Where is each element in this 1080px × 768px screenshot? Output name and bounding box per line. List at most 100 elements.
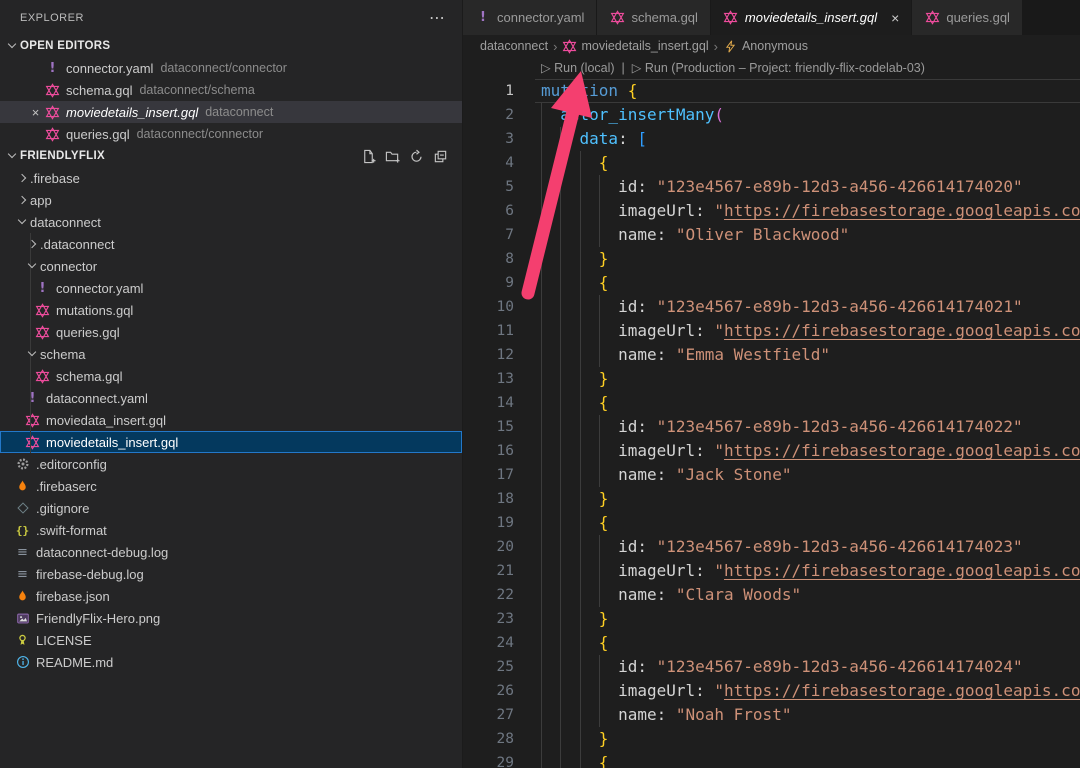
tree-item-schema-gql[interactable]: schema.gql <box>0 365 462 387</box>
code-line-21[interactable]: 21 imageUrl: "https://firebasestorage.go… <box>463 559 1080 583</box>
code-line-27[interactable]: 27 name: "Noah Frost" <box>463 703 1080 727</box>
chevron-down-icon <box>24 346 40 362</box>
workspace-header[interactable]: FRIENDLYFLIX <box>0 145 462 167</box>
collapse-all-icon[interactable] <box>433 149 448 164</box>
tree-item-dataconnect-debug-log[interactable]: ≡dataconnect-debug.log <box>0 541 462 563</box>
code-line-26[interactable]: 26 imageUrl: "https://firebasestorage.go… <box>463 679 1080 703</box>
more-actions-icon[interactable]: ⋯ <box>429 8 446 28</box>
open-editor-schema-gql[interactable]: schema.gqldataconnect/schema <box>0 79 462 101</box>
code-line-6[interactable]: 6 imageUrl: "https://firebasestorage.goo… <box>463 199 1080 223</box>
code-line-15[interactable]: 15 id: "123e4567-e89b-12d3-a456-42661417… <box>463 415 1080 439</box>
indent-guide <box>599 439 600 463</box>
tree-item-schema[interactable]: schema <box>0 343 462 365</box>
code-line-11[interactable]: 11 imageUrl: "https://firebasestorage.go… <box>463 319 1080 343</box>
indent-guide <box>541 703 542 727</box>
code-line-23[interactable]: 23 } <box>463 607 1080 631</box>
breadcrumb-anonymous[interactable]: Anonymous <box>723 39 808 54</box>
code-line-25[interactable]: 25 id: "123e4567-e89b-12d3-a456-42661417… <box>463 655 1080 679</box>
refresh-icon[interactable] <box>409 149 424 164</box>
indent-guide <box>580 511 581 535</box>
code-line-4[interactable]: 4 { <box>463 151 1080 175</box>
tree-item-readme-md[interactable]: README.md <box>0 651 462 673</box>
code-line-28[interactable]: 28 } <box>463 727 1080 751</box>
tree-item-friendlyflix-hero-png[interactable]: FriendlyFlix-Hero.png <box>0 607 462 629</box>
run-local-link[interactable]: ▷ Run (local) <box>541 61 615 75</box>
tree-item-firebaserc[interactable]: .firebaserc <box>0 475 462 497</box>
tree-item-dataconnect-yaml[interactable]: !dataconnect.yaml <box>0 387 462 409</box>
tree-item-firebase-json[interactable]: firebase.json <box>0 585 462 607</box>
indent-guide <box>560 559 561 583</box>
new-file-icon[interactable] <box>361 149 376 164</box>
tree-item-editorconfig[interactable]: .editorconfig <box>0 453 462 475</box>
code-line-24[interactable]: 24 { <box>463 631 1080 655</box>
tree-item-moviedata-insert-gql[interactable]: moviedata_insert.gql <box>0 409 462 431</box>
code-line-7[interactable]: 7 name: "Oliver Blackwood" <box>463 223 1080 247</box>
tree-item-gitignore[interactable]: .gitignore <box>0 497 462 519</box>
graphql-icon <box>44 126 61 143</box>
code-line-9[interactable]: 9 { <box>463 271 1080 295</box>
code-line-29[interactable]: 29 { <box>463 751 1080 768</box>
indent-guide <box>580 367 581 391</box>
code-line-20[interactable]: 20 id: "123e4567-e89b-12d3-a456-42661417… <box>463 535 1080 559</box>
flame-icon <box>14 588 31 605</box>
code-line-3[interactable]: 3 data: [ <box>463 127 1080 151</box>
indent-guide <box>560 439 561 463</box>
code-line-22[interactable]: 22 name: "Clara Woods" <box>463 583 1080 607</box>
new-folder-icon[interactable] <box>385 149 400 164</box>
code-line-16[interactable]: 16 imageUrl: "https://firebasestorage.go… <box>463 439 1080 463</box>
codelens-divider: | <box>622 61 625 75</box>
editor-group: !connector.yamlschema.gqlmoviedetails_in… <box>463 0 1080 768</box>
code-line-17[interactable]: 17 name: "Jack Stone" <box>463 463 1080 487</box>
code-line-19[interactable]: 19 { <box>463 511 1080 535</box>
tree-item-firebase-debug-log[interactable]: ≡firebase-debug.log <box>0 563 462 585</box>
open-editors-header[interactable]: OPEN EDITORS <box>0 35 462 57</box>
tree-item-moviedetails-insert-gql[interactable]: moviedetails_insert.gql <box>0 431 462 453</box>
tab-connector-yaml[interactable]: !connector.yaml <box>463 0 596 35</box>
run-production-link[interactable]: ▷ Run (Production – Project: friendly-fl… <box>632 61 925 75</box>
indent-guide <box>541 127 542 151</box>
close-icon[interactable]: × <box>27 105 44 120</box>
tab-moviedetails-insert-gql[interactable]: moviedetails_insert.gql× <box>711 0 911 35</box>
tree-item-license[interactable]: LICENSE <box>0 629 462 651</box>
code-line-14[interactable]: 14 { <box>463 391 1080 415</box>
indent-guide <box>580 247 581 271</box>
tree-item-label: .dataconnect <box>40 237 114 252</box>
code-line-5[interactable]: 5 id: "123e4567-e89b-12d3-a456-426614174… <box>463 175 1080 199</box>
tree-item-connector-yaml[interactable]: !connector.yaml <box>0 277 462 299</box>
tab-queries-gql[interactable]: queries.gql <box>912 0 1022 35</box>
open-editor-queries-gql[interactable]: queries.gqldataconnect/connector <box>0 123 462 145</box>
code-lines: 1mutation {2 actor_insertMany(3 data: [4… <box>463 79 1080 768</box>
tree-item-firebase[interactable]: .firebase <box>0 167 462 189</box>
tree-item-dataconnect[interactable]: .dataconnect <box>0 233 462 255</box>
close-icon[interactable]: × <box>891 11 899 25</box>
indent-guide <box>560 463 561 487</box>
code-line-8[interactable]: 8 } <box>463 247 1080 271</box>
open-editors-list: !connector.yamldataconnect/connectorsche… <box>0 57 462 145</box>
indent-guide <box>580 463 581 487</box>
line-content: actor_insertMany( <box>535 103 1080 127</box>
code-line-2[interactable]: 2 actor_insertMany( <box>463 103 1080 127</box>
tree-item-app[interactable]: app <box>0 189 462 211</box>
line-number: 25 <box>463 655 535 679</box>
tree-item-dataconnect[interactable]: dataconnect <box>0 211 462 233</box>
line-content: } <box>535 247 1080 271</box>
tree-item-queries-gql[interactable]: queries.gql <box>0 321 462 343</box>
breadcrumb-moviedetails-insert-gql[interactable]: moviedetails_insert.gql <box>562 39 708 54</box>
open-editor-connector-yaml[interactable]: !connector.yamldataconnect/connector <box>0 57 462 79</box>
code-line-13[interactable]: 13 } <box>463 367 1080 391</box>
run-icon: ▷ <box>541 61 551 75</box>
code-line-18[interactable]: 18 } <box>463 487 1080 511</box>
breadcrumb-dataconnect[interactable]: dataconnect <box>480 39 548 53</box>
tree-item-mutations-gql[interactable]: mutations.gql <box>0 299 462 321</box>
code-editor[interactable]: ▷ Run (local) | ▷ Run (Production – Projec… <box>463 57 1080 768</box>
tab-label: connector.yaml <box>497 10 584 25</box>
code-line-12[interactable]: 12 name: "Emma Westfield" <box>463 343 1080 367</box>
line-content: name: "Clara Woods" <box>535 583 1080 607</box>
tab-schema-gql[interactable]: schema.gql <box>597 0 709 35</box>
open-editor-moviedetails-insert-gql[interactable]: ×moviedetails_insert.gqldataconnect <box>0 101 462 123</box>
tree-item-connector[interactable]: connector <box>0 255 462 277</box>
code-line-1[interactable]: 1mutation { <box>463 79 1080 103</box>
line-content: imageUrl: "https://firebasestorage.googl… <box>535 559 1080 583</box>
tree-item-swift-format[interactable]: {}.swift-format <box>0 519 462 541</box>
code-line-10[interactable]: 10 id: "123e4567-e89b-12d3-a456-42661417… <box>463 295 1080 319</box>
